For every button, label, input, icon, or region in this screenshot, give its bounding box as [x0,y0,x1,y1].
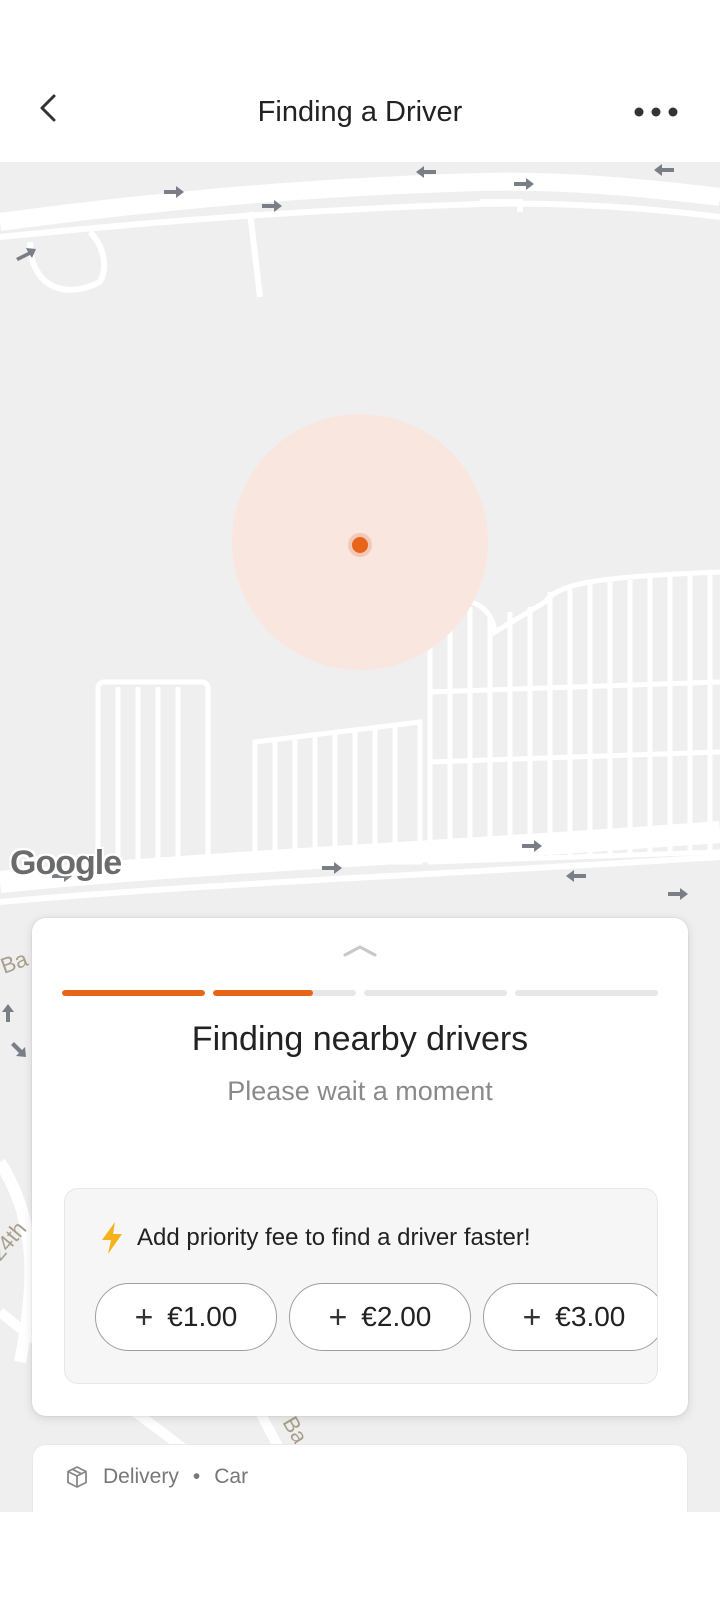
priority-fee-label: Add priority fee to find a driver faster… [137,1224,531,1251]
google-attribution: Google [10,844,122,882]
progress-step-fill [213,990,314,996]
more-horizontal-icon [634,107,678,117]
priority-fee-amount: €3.00 [555,1301,626,1332]
street-label: Ba [0,946,32,979]
priority-fee-button[interactable]: + €3.00 [483,1283,657,1351]
more-options-button[interactable] [630,92,682,132]
status-title: Finding nearby drivers [191,1020,529,1058]
progress-step [62,990,205,996]
progress-step [515,990,658,996]
progress-step-fill [62,990,205,996]
package-icon [67,1466,87,1488]
search-progress [62,990,658,996]
plus-icon: + [134,1299,154,1335]
priority-fee-options: + €1.00 + €2.00 + €3.00 [95,1283,657,1353]
lightning-icon [102,1222,122,1254]
separator-dot: • [192,1465,201,1488]
priority-fee-button[interactable]: + €1.00 [95,1283,277,1351]
driver-search-sheet: Finding nearby drivers Please wait a mom… [32,918,688,1416]
priority-fee-header: Add priority fee to find a driver faster… [99,1221,531,1255]
top-app-bar: Finding a Driver [0,0,720,162]
plus-icon: + [522,1299,542,1335]
bottom-area [0,1512,720,1600]
vehicle-type: Car [214,1465,249,1488]
plus-icon: + [328,1299,348,1335]
service-type: Delivery [103,1465,179,1488]
chevron-up-icon [343,945,377,957]
priority-fee-panel: Add priority fee to find a driver faster… [64,1188,658,1384]
priority-fee-amount: €2.00 [361,1301,432,1332]
priority-fee-amount: €1.00 [167,1301,238,1332]
page-title: Finding a Driver [257,96,463,128]
priority-fee-button[interactable]: + €2.00 [289,1283,471,1351]
progress-step [213,990,356,996]
progress-step [364,990,507,996]
street-label: Ba [278,1412,313,1448]
sheet-handle[interactable] [342,944,378,963]
status-subtitle: Please wait a moment [227,1076,493,1106]
order-type-row: Delivery • Car [65,1465,248,1489]
